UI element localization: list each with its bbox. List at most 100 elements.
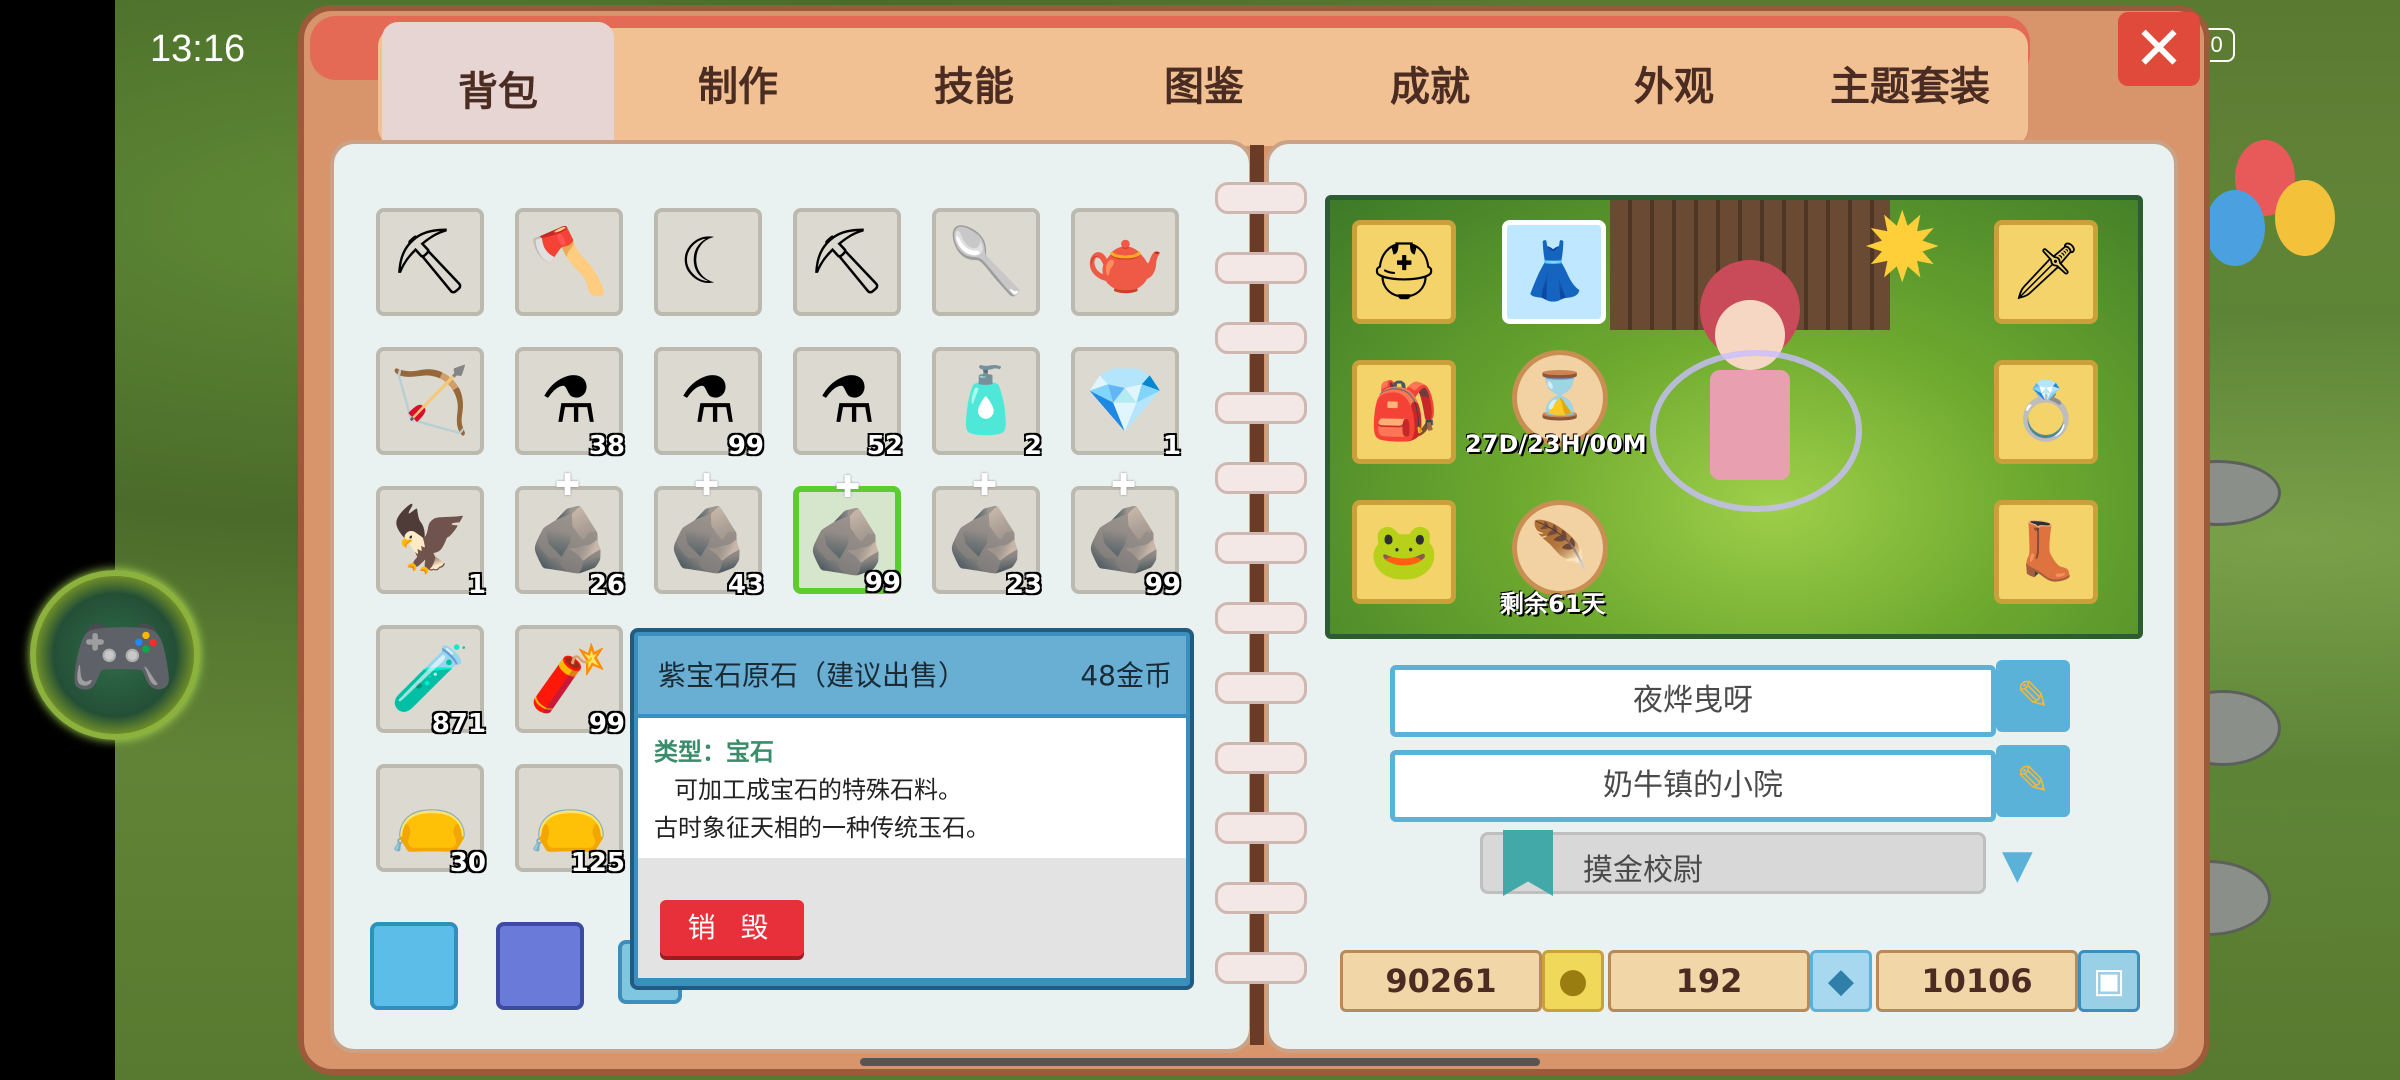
binder-ring	[1215, 532, 1307, 564]
item-icon: 🦅	[390, 503, 470, 577]
item-icon: 🪓	[529, 225, 609, 299]
binder-ring	[1215, 952, 1307, 984]
gem-amount: 192	[1608, 950, 1810, 1012]
edit-farm-button[interactable]: ✎	[1996, 745, 2070, 817]
item-count: 38	[588, 431, 625, 461]
ticket-amount: 10106	[1876, 950, 2078, 1012]
item-icon: ⛏	[806, 225, 888, 299]
inventory-slot[interactable]: ✚ 🪨 99	[793, 470, 901, 598]
inventory-slot[interactable]: 🏹	[376, 347, 484, 455]
player-title: 摸金校尉	[1583, 853, 1703, 888]
item-description: 可加工成宝石的特殊石料。	[674, 776, 962, 804]
inventory-slot[interactable]: 👝 125	[515, 764, 625, 878]
item-icon: 💎	[1085, 364, 1165, 438]
gamepad-button[interactable]: 🎮	[30, 570, 200, 740]
item-count: 23	[1005, 570, 1042, 600]
feather-icon[interactable]: 🪶	[1512, 500, 1608, 596]
inventory-slot[interactable]: ⛏	[376, 208, 484, 316]
inventory-slot[interactable]: 💎 1	[1071, 347, 1181, 461]
binder-ring	[1215, 602, 1307, 634]
item-price: 48金币	[1080, 659, 1172, 692]
item-count: 99	[1144, 570, 1181, 600]
boots-slot[interactable]: 👢	[1994, 500, 2098, 604]
item-count: 2	[1023, 431, 1042, 461]
item-count: 43	[727, 570, 764, 600]
destroy-button[interactable]: 销 毁	[660, 900, 804, 956]
item-icon: 🧴	[946, 364, 1026, 438]
item-icon: 🏹	[390, 364, 470, 438]
tab-theme-sets[interactable]: 主题套装	[1794, 28, 2026, 146]
tab-appearance[interactable]: 外观	[1558, 28, 1790, 146]
buff-days-left: 剩余61天	[1500, 590, 1606, 618]
category-gems-button[interactable]	[496, 922, 584, 1010]
item-name: 紫宝石原石（建议出售）	[658, 659, 967, 692]
tab-collection[interactable]: 图鉴	[1088, 28, 1320, 146]
chevron-down-icon[interactable]: ▼	[2002, 842, 2033, 888]
gem-icon: ◆	[1810, 950, 1872, 1012]
tab-bag[interactable]: 背包	[382, 22, 614, 156]
buff-timer: 27D/23H/00M	[1465, 430, 1647, 458]
tab-craft[interactable]: 制作	[622, 28, 854, 146]
item-icon: ☾	[679, 225, 737, 299]
inventory-slot[interactable]: 🧴 2	[932, 347, 1042, 461]
inventory-slot[interactable]: 🧨 99	[515, 625, 625, 739]
item-tooltip: 紫宝石原石（建议出售） 48金币 类型：宝石 可加工成宝石的特殊石料。 古时象征…	[630, 628, 1194, 990]
inventory-slot[interactable]: 🪓	[515, 208, 623, 316]
binder-ring	[1215, 182, 1307, 214]
inventory-slot[interactable]: ✚ 🪨 43	[654, 468, 764, 600]
item-type: 类型：宝石	[654, 738, 774, 766]
helmet-slot[interactable]: ⛑	[1352, 220, 1456, 324]
pet-slot[interactable]: 🐸	[1352, 500, 1456, 604]
item-count: 1	[1162, 431, 1181, 461]
inventory-slot[interactable]: ⚗ 99	[654, 347, 764, 461]
inventory-slot[interactable]: 🫖	[1071, 208, 1179, 316]
item-count: 30	[449, 848, 486, 878]
inventory-slot[interactable]: ⚗ 38	[515, 347, 625, 461]
status-time: 13:16	[150, 28, 246, 70]
tab-skills[interactable]: 技能	[858, 28, 1090, 146]
item-count: 99	[864, 568, 901, 598]
inventory-slot[interactable]: ☾	[654, 208, 762, 316]
scroll-indicator	[860, 1058, 1540, 1066]
pencil-icon: ✎	[2016, 673, 2050, 719]
item-icon: 🥄	[946, 225, 1026, 299]
tab-achievements[interactable]: 成就	[1314, 28, 1546, 146]
binder-ring	[1215, 672, 1307, 704]
edit-name-button[interactable]: ✎	[1996, 660, 2070, 732]
binder-ring	[1215, 462, 1307, 494]
player-name-field[interactable]: 夜烨曳呀	[1390, 665, 1996, 737]
inventory-slot[interactable]: ✚ 🪨 99	[1071, 468, 1181, 600]
item-count: 52	[866, 431, 903, 461]
inventory-slot[interactable]: 🧪 871	[376, 625, 486, 739]
ring-slot[interactable]: 💍	[1994, 360, 2098, 464]
item-count: 871	[431, 709, 486, 739]
binder-ring	[1215, 392, 1307, 424]
gold-coin-icon: ●	[1542, 950, 1604, 1012]
inventory-slot[interactable]: ⚗ 52	[793, 347, 903, 461]
inventory-slot[interactable]: 👝 30	[376, 764, 486, 878]
character-avatar	[1650, 240, 1862, 540]
inventory-slot[interactable]: ✚ 🪨 23	[932, 468, 1042, 600]
title-selector[interactable]: 摸金校尉	[1480, 832, 1986, 894]
item-icon: ⛏	[389, 225, 471, 299]
gamepad-icon: 🎮	[68, 607, 176, 707]
backpack-slot[interactable]: 🎒	[1352, 360, 1456, 464]
outfit-slot[interactable]: 👗	[1502, 220, 1606, 324]
close-button[interactable]: ✕	[2118, 12, 2200, 86]
gold-amount: 90261	[1340, 950, 1542, 1012]
inventory-slot[interactable]: ✚ 🪨 26	[515, 468, 625, 600]
farm-name-field[interactable]: 奶牛镇的小院	[1390, 750, 1996, 822]
category-all-button[interactable]	[370, 922, 458, 1010]
inventory-slot[interactable]: 🥄	[932, 208, 1040, 316]
binder-ring	[1215, 742, 1307, 774]
inventory-slot[interactable]: 🦅 1	[376, 486, 486, 600]
tooltip-header: 紫宝石原石（建议出售） 48金币	[638, 636, 1186, 714]
ticket-icon: ▣	[2078, 950, 2140, 1012]
item-count: 99	[727, 431, 764, 461]
item-count: 26	[588, 570, 625, 600]
inventory-slot[interactable]: ⛏	[793, 208, 901, 316]
weapon-slot[interactable]: 🗡	[1994, 220, 2098, 324]
item-count: 99	[588, 709, 625, 739]
pencil-icon: ✎	[2016, 758, 2050, 804]
item-count: 1	[467, 570, 486, 600]
